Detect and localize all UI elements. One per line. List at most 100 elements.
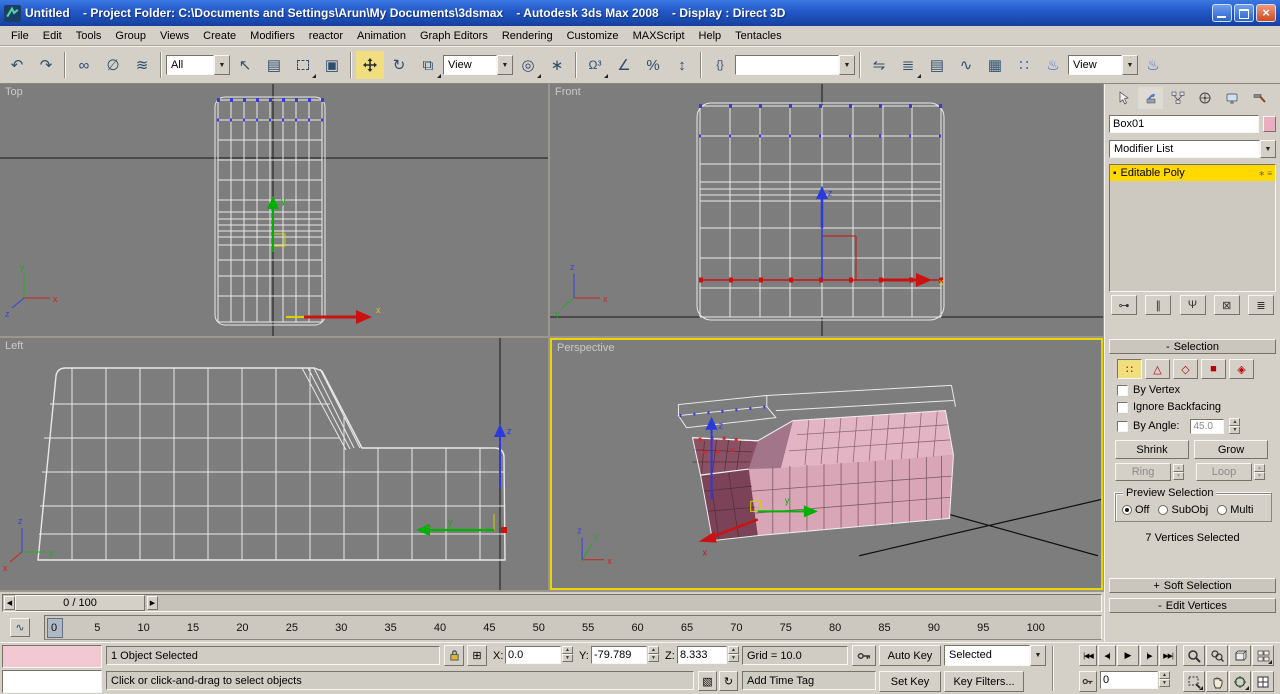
menu-item[interactable]: Graph Editors bbox=[413, 28, 495, 44]
by-vertex-checkbox[interactable] bbox=[1117, 384, 1128, 396]
by-angle-value-field[interactable] bbox=[1190, 418, 1225, 434]
modifier-list-dropdown[interactable]: Modifier List ▼ bbox=[1109, 139, 1276, 159]
by-angle-checkbox[interactable] bbox=[1117, 420, 1128, 432]
grow-button[interactable]: Grow bbox=[1194, 440, 1268, 459]
menu-item[interactable]: reactor bbox=[302, 28, 350, 44]
spin-down-icon[interactable]: ▼ bbox=[648, 654, 659, 662]
time-slider-thumb[interactable]: 0 / 100 bbox=[15, 595, 145, 611]
object-name-field[interactable] bbox=[1109, 115, 1259, 133]
remove-modifier-button[interactable]: ⊠ bbox=[1213, 295, 1240, 315]
named-selection-sets-button[interactable]: {} bbox=[706, 51, 734, 79]
curve-editor-button[interactable]: ∿ bbox=[952, 51, 980, 79]
ring-button[interactable]: Ring bbox=[1115, 463, 1171, 481]
viewport-label[interactable]: Left bbox=[5, 340, 23, 352]
spin-up-icon[interactable]: ▲ bbox=[1159, 671, 1170, 679]
auto-key-button[interactable]: Auto Key bbox=[879, 645, 941, 666]
configure-modifier-sets-button[interactable]: ≣ bbox=[1248, 295, 1274, 315]
viewport-left[interactable]: Left y z y z x bbox=[0, 338, 548, 590]
menu-item[interactable]: Views bbox=[153, 28, 196, 44]
tab-hierarchy[interactable] bbox=[1165, 87, 1190, 109]
chevron-down-icon[interactable]: ▼ bbox=[1030, 644, 1046, 666]
viewport-label[interactable]: Top bbox=[5, 86, 23, 98]
menu-item[interactable]: Customize bbox=[560, 28, 626, 44]
restore-button[interactable] bbox=[1234, 4, 1254, 22]
render-setup-button[interactable]: ♨ bbox=[1039, 51, 1067, 79]
previous-frame-button[interactable]: ◀| bbox=[1098, 645, 1116, 666]
tab-motion[interactable] bbox=[1192, 87, 1217, 109]
track-bar-ruler[interactable]: 0 5 10 15 20 25 30 35 40 45 50 55 60 65 70 75 80 85 90 95 10… bbox=[44, 615, 1102, 640]
tab-create[interactable] bbox=[1111, 87, 1136, 109]
menu-item[interactable]: Tools bbox=[69, 28, 109, 44]
next-frame-button[interactable]: |▶ bbox=[1140, 645, 1158, 666]
pan-view-button[interactable] bbox=[1206, 671, 1228, 692]
zoom-button[interactable] bbox=[1183, 645, 1205, 666]
menu-item[interactable]: Edit bbox=[36, 28, 69, 44]
key-mode-toggle[interactable] bbox=[1079, 671, 1097, 692]
menu-item[interactable]: Animation bbox=[350, 28, 413, 44]
border-mode-button[interactable]: ◇ bbox=[1173, 359, 1198, 379]
arc-rotate-button[interactable] bbox=[1229, 671, 1251, 692]
object-color-swatch[interactable] bbox=[1263, 116, 1276, 132]
spinner-snap-button[interactable]: ↕ bbox=[668, 51, 696, 79]
coordinate-system-dropdown[interactable]: View ▼ bbox=[443, 55, 513, 75]
preview-subobj-radio[interactable]: SubObj bbox=[1158, 504, 1208, 516]
render-view-dropdown[interactable]: View ▼ bbox=[1068, 55, 1138, 75]
time-step-back-button[interactable]: ◀ bbox=[4, 596, 15, 610]
selection-filter-dropdown[interactable]: All ▼ bbox=[166, 55, 230, 75]
key-selection-dropdown[interactable]: Selected ▼ bbox=[944, 644, 1046, 666]
chevron-down-icon[interactable]: ▼ bbox=[839, 55, 855, 75]
make-unique-button[interactable]: Ψ bbox=[1179, 295, 1206, 315]
stack-row-editable-poly[interactable]: ▪ Editable Poly ∗ ≡ bbox=[1110, 165, 1275, 181]
shrink-button[interactable]: Shrink bbox=[1115, 440, 1189, 459]
menu-item[interactable]: Rendering bbox=[495, 28, 560, 44]
material-editor-button[interactable]: ∷ bbox=[1010, 51, 1038, 79]
y-coord-field[interactable] bbox=[591, 646, 647, 664]
go-to-end-button[interactable]: ▶▶| bbox=[1159, 645, 1177, 666]
tab-utilities[interactable] bbox=[1246, 87, 1271, 109]
select-and-link-button[interactable]: ∞ bbox=[70, 51, 98, 79]
use-center-button[interactable]: ◎ bbox=[514, 51, 542, 79]
key-filters-button[interactable]: Key Filters... bbox=[944, 671, 1024, 692]
spin-up-icon[interactable]: ▲ bbox=[562, 646, 573, 654]
spin-down-icon[interactable]: ▼ bbox=[1159, 679, 1170, 687]
region-zoom-button[interactable] bbox=[1183, 671, 1205, 692]
unlink-selection-button[interactable]: ∅ bbox=[99, 51, 127, 79]
select-and-manipulate-button[interactable]: ∗ bbox=[543, 51, 571, 79]
close-button[interactable]: × bbox=[1256, 4, 1276, 22]
chevron-down-icon[interactable]: ▼ bbox=[497, 55, 513, 75]
tab-modify[interactable] bbox=[1138, 87, 1163, 109]
x-coord-field[interactable] bbox=[505, 646, 561, 664]
show-end-result-button[interactable]: ∥ bbox=[1145, 295, 1172, 315]
modifier-enabled-icon[interactable]: ▪ bbox=[1113, 168, 1117, 179]
viewport-front[interactable]: Front x z x z y bbox=[550, 84, 1103, 336]
spin-up-icon[interactable]: ▲ bbox=[1229, 418, 1241, 426]
viewport-label[interactable]: Front bbox=[555, 86, 581, 98]
spin-down-icon[interactable]: ▼ bbox=[1229, 426, 1241, 434]
macro-recorder-pane[interactable] bbox=[2, 645, 102, 668]
go-to-start-button[interactable]: |◀◀ bbox=[1079, 645, 1097, 666]
zoom-all-button[interactable] bbox=[1206, 645, 1228, 666]
pin-stack-button[interactable]: ⊶ bbox=[1111, 295, 1137, 315]
vertex-mode-button[interactable]: ∷ bbox=[1117, 359, 1142, 379]
chevron-down-icon[interactable]: ▼ bbox=[1122, 55, 1138, 75]
maximize-viewport-toggle[interactable] bbox=[1252, 671, 1274, 692]
time-slider-track[interactable]: ◀ 0 / 100 ▶ bbox=[2, 594, 1102, 612]
redo-button[interactable]: ↷ bbox=[32, 51, 60, 79]
modifier-stack[interactable]: ▪ Editable Poly ∗ ≡ bbox=[1109, 164, 1276, 292]
spin-down-icon[interactable]: ▼ bbox=[728, 654, 739, 662]
z-coord-field[interactable] bbox=[677, 646, 727, 664]
select-and-move-button[interactable] bbox=[356, 51, 384, 79]
layer-manager-button[interactable]: ▤ bbox=[923, 51, 951, 79]
menu-item[interactable]: Tentacles bbox=[728, 28, 788, 44]
menu-item[interactable]: File bbox=[4, 28, 36, 44]
polygon-mode-button[interactable]: ■ bbox=[1201, 359, 1226, 379]
selection-lock-toggle[interactable] bbox=[444, 645, 464, 666]
bind-to-spacewarp-button[interactable]: ≋ bbox=[128, 51, 156, 79]
select-object-button[interactable]: ↖ bbox=[231, 51, 259, 79]
current-frame-field[interactable] bbox=[1100, 671, 1158, 689]
undo-button[interactable]: ↶ bbox=[3, 51, 31, 79]
menu-item[interactable]: Modifiers bbox=[243, 28, 302, 44]
spin-up-icon[interactable]: ▲ bbox=[1254, 464, 1265, 472]
select-and-scale-button[interactable]: ⧉ bbox=[414, 51, 442, 79]
zoom-extents-all-button[interactable] bbox=[1252, 645, 1274, 666]
